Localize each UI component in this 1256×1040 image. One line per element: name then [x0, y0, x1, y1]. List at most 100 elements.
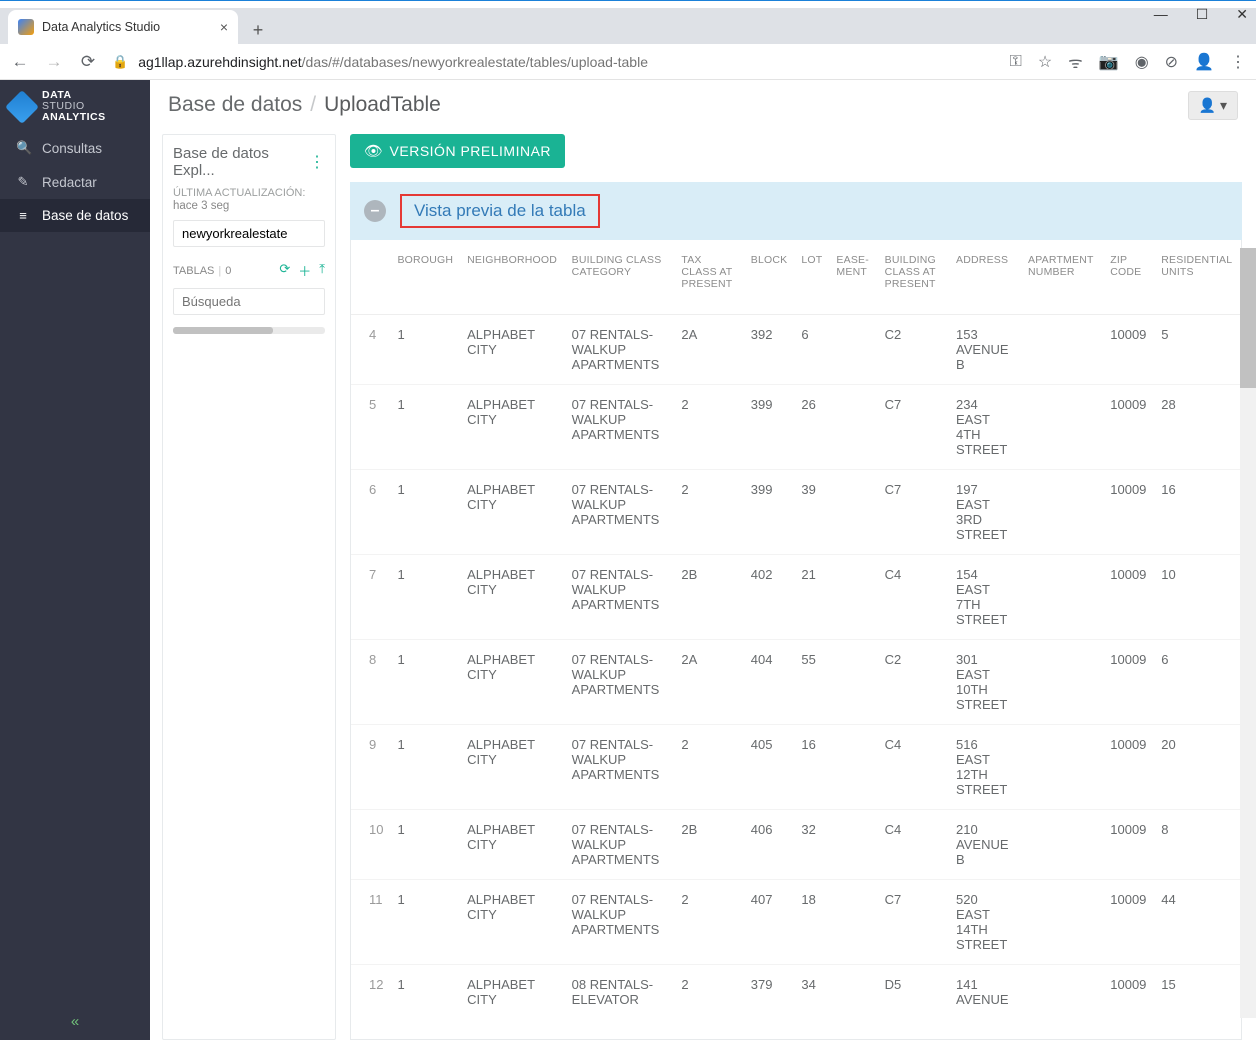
table-cell	[829, 880, 877, 965]
back-button[interactable]: ←	[10, 52, 30, 72]
table-cell: 2B	[674, 810, 743, 880]
tab-close-icon[interactable]: ×	[220, 19, 228, 35]
breadcrumb-current: UploadTable	[324, 93, 441, 117]
table-cell: 1	[390, 640, 460, 725]
key-icon[interactable]: ⚿	[1010, 53, 1022, 71]
table-cell: 234 EAST 4TH STREET	[949, 385, 1021, 470]
column-header[interactable]: NEIGHBORHOOD	[460, 240, 565, 315]
table-cell: C7	[878, 880, 949, 965]
table-cell: 153 AVENUE B	[949, 315, 1021, 385]
table-cell: 18	[794, 880, 829, 965]
table-cell: 10009	[1103, 555, 1154, 640]
table-cell: ALPHABET CITY	[460, 555, 565, 640]
table-cell: 1	[390, 810, 460, 880]
sidebar-collapse-button[interactable]: «	[0, 1003, 150, 1040]
tables-search-input[interactable]	[173, 288, 325, 315]
star-icon[interactable]: ☆	[1038, 52, 1052, 72]
sidebar-item-consultas[interactable]: 🔍 Consultas	[0, 131, 150, 165]
table-cell: 08 RENTALS- ELEVATOR	[565, 965, 675, 1020]
column-header[interactable]: APARTMENT NUMBER	[1021, 240, 1103, 315]
user-menu-button[interactable]: 👤 ▾	[1188, 91, 1238, 120]
table-cell: 5	[1154, 315, 1241, 385]
table-row: 51ALPHABET CITY07 RENTALS- WALKUP APARTM…	[351, 385, 1241, 470]
url-display[interactable]: 🔒 ag1llap.azurehdinsight.net/das/#/datab…	[112, 54, 996, 70]
add-icon[interactable]: ＋	[298, 261, 311, 280]
table-cell: ALPHABET CITY	[460, 725, 565, 810]
accordion-collapse-button[interactable]: –	[364, 200, 386, 222]
column-header[interactable]: BLOCK	[744, 240, 795, 315]
scrollbar-thumb[interactable]	[1240, 248, 1256, 388]
url-path: /das/#/databases/newyorkrealestate/table…	[302, 54, 648, 70]
maximize-button[interactable]: ☐	[1196, 6, 1209, 23]
breadcrumb-root[interactable]: Base de datos	[168, 93, 302, 117]
column-header[interactable]: TAX CLASS AT PRESENT	[674, 240, 743, 315]
sidebar-item-basededatos[interactable]: ≡ Base de datos	[0, 199, 150, 232]
table-cell: 141 AVENUE	[949, 965, 1021, 1020]
close-button[interactable]: ✕	[1236, 6, 1248, 23]
preview-button[interactable]: 👁 VERSIÓN PRELIMINAR	[350, 134, 565, 168]
table-cell: 07 RENTALS- WALKUP APARTMENTS	[565, 315, 675, 385]
table-cell: 1	[390, 315, 460, 385]
table-cell	[829, 810, 877, 880]
sidebar-item-label: Base de datos	[42, 208, 128, 223]
app-logo: DATA STUDIO ANALYTICS	[0, 80, 150, 131]
table-cell	[1021, 725, 1103, 810]
menu-icon[interactable]: ⋮	[1230, 52, 1246, 72]
sidebar-item-redactar[interactable]: ✎ Redactar	[0, 165, 150, 199]
column-header[interactable]: LOT	[794, 240, 829, 315]
column-header[interactable]: BUILDING CLASS CATEGORY	[565, 240, 675, 315]
database-name-input[interactable]	[173, 220, 325, 247]
table-cell: C2	[878, 640, 949, 725]
table-cell: 402	[744, 555, 795, 640]
column-header[interactable]: RESIDENTIAL UNITS	[1154, 240, 1241, 315]
table-cell: 10009	[1103, 385, 1154, 470]
table-cell	[1021, 640, 1103, 725]
column-header[interactable]	[351, 240, 390, 315]
upload-icon[interactable]: ⤒	[319, 261, 325, 280]
table-cell: 6	[351, 470, 390, 555]
page-scrollbar[interactable]	[1240, 248, 1256, 1018]
blocked-icon[interactable]: ⊘	[1165, 52, 1178, 72]
tables-count: 0	[225, 265, 231, 277]
new-tab-button[interactable]: +	[244, 16, 272, 44]
browser-tab[interactable]: Data Analytics Studio ×	[8, 10, 238, 44]
lock-icon: 🔒	[112, 54, 128, 70]
column-header[interactable]: EASE-MENT	[829, 240, 877, 315]
profile-icon[interactable]: 👤	[1194, 52, 1214, 72]
camera-icon[interactable]: 📷	[1099, 52, 1119, 72]
column-header[interactable]: ZIP CODE	[1103, 240, 1154, 315]
table-cell: D5	[878, 965, 949, 1020]
table-cell: 21	[794, 555, 829, 640]
column-header[interactable]: BUILDING CLASS AT PRESENT	[878, 240, 949, 315]
explorer-scrollbar[interactable]	[173, 327, 325, 334]
column-header[interactable]: BOROUGH	[390, 240, 460, 315]
table-cell: 399	[744, 385, 795, 470]
reload-button[interactable]: ⟳	[78, 52, 98, 72]
table-cell	[1021, 470, 1103, 555]
table-cell: 520 EAST 14TH STREET	[949, 880, 1021, 965]
table-cell: 07 RENTALS- WALKUP APARTMENTS	[565, 470, 675, 555]
table-cell: 07 RENTALS- WALKUP APARTMENTS	[565, 555, 675, 640]
table-cell: 2B	[674, 555, 743, 640]
table-cell: ALPHABET CITY	[460, 385, 565, 470]
minimize-button[interactable]: —	[1154, 6, 1168, 23]
column-header[interactable]: ADDRESS	[949, 240, 1021, 315]
table-row: 111ALPHABET CITY07 RENTALS- WALKUP APART…	[351, 880, 1241, 965]
table-cell: 10009	[1103, 965, 1154, 1020]
last-update-value: hace 3 seg	[173, 200, 325, 212]
accessibility-icon[interactable]: ᯤ	[1068, 51, 1083, 73]
user-icon: 👤	[1199, 97, 1216, 114]
table-cell: 44	[1154, 880, 1241, 965]
table-cell: 392	[744, 315, 795, 385]
record-icon[interactable]: ◉	[1135, 52, 1149, 72]
breadcrumb-separator: /	[310, 93, 316, 117]
refresh-icon[interactable]: ⟳	[279, 261, 290, 280]
table-cell: C4	[878, 810, 949, 880]
forward-button[interactable]: →	[44, 52, 64, 72]
table-cell: 406	[744, 810, 795, 880]
table-cell: 07 RENTALS- WALKUP APARTMENTS	[565, 725, 675, 810]
explorer-menu-icon[interactable]: ⋮	[309, 152, 325, 172]
table-cell: ALPHABET CITY	[460, 965, 565, 1020]
accordion-title: Vista previa de la tabla	[400, 194, 600, 228]
table-cell: C7	[878, 385, 949, 470]
